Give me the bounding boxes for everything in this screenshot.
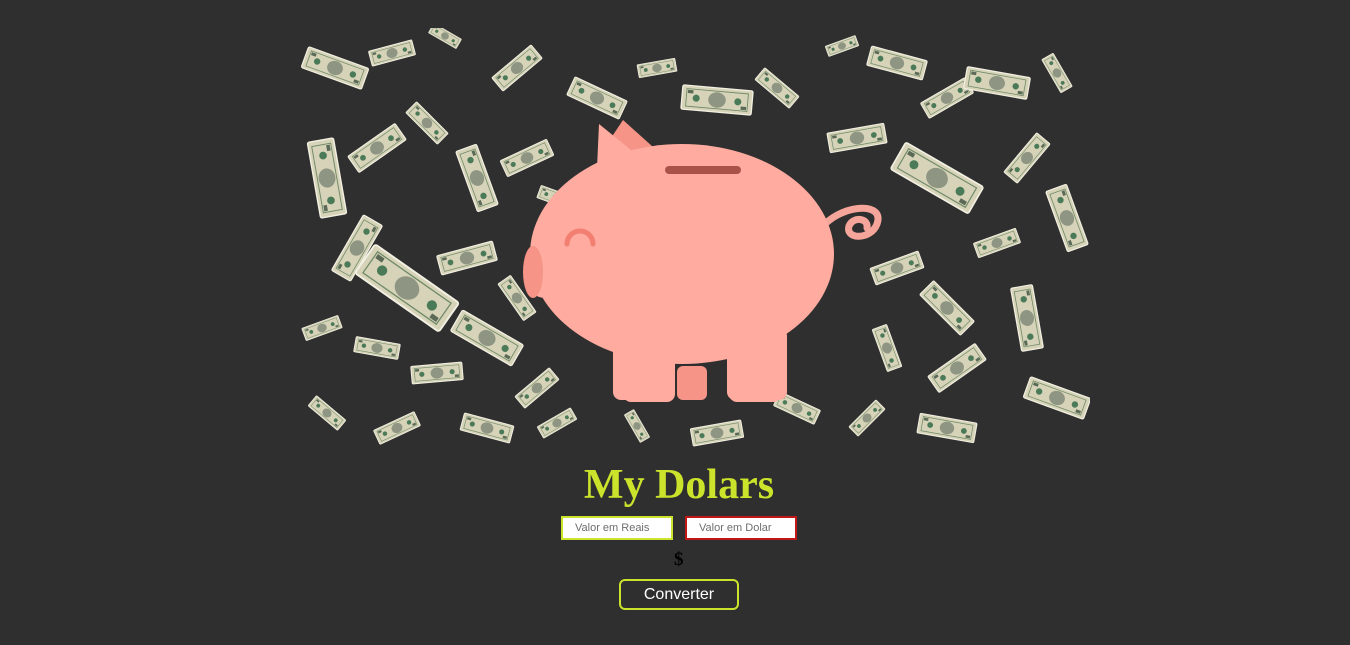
dollar-bill-icon xyxy=(499,138,555,178)
dollar-bill-icon xyxy=(871,323,903,373)
dollar-bill-icon xyxy=(623,409,651,443)
dollar-bill-icon xyxy=(636,57,678,79)
dollar-bill-icon xyxy=(754,67,800,109)
dollar-bill-icon xyxy=(347,122,407,174)
dollar-bill-icon xyxy=(449,309,525,367)
dollar-bill-icon xyxy=(459,412,515,444)
dollar-bill-icon xyxy=(927,342,987,394)
dollar-bill-icon xyxy=(455,143,499,213)
dollar-bill-icon xyxy=(962,66,1032,100)
dollar-bill-icon xyxy=(1041,52,1073,94)
dollar-bill-icon xyxy=(1022,376,1090,420)
dollar-bill-icon xyxy=(536,407,578,439)
dollar-bill-icon xyxy=(514,367,560,409)
dollar-bill-icon xyxy=(367,39,417,67)
dollar-bill-icon xyxy=(869,250,925,286)
dollar-bill-icon xyxy=(405,101,449,145)
dolar-input[interactable] xyxy=(685,516,797,540)
dollar-bill-icon xyxy=(428,28,462,50)
dollar-bill-icon xyxy=(680,84,754,116)
dollar-bill-icon xyxy=(972,227,1022,259)
dollar-bill-icon xyxy=(916,412,978,444)
dollar-bill-icon xyxy=(307,395,347,431)
dollar-bill-icon xyxy=(306,137,348,219)
convert-button[interactable]: Converter xyxy=(619,579,739,610)
dollar-bill-icon xyxy=(826,122,888,154)
dollar-bill-icon xyxy=(301,314,343,342)
dollar-bill-icon xyxy=(848,399,886,437)
dollar-bill-icon xyxy=(491,44,543,92)
dollar-bill-icon xyxy=(436,240,498,276)
hero-illustration xyxy=(297,28,1090,448)
dollar-bill-icon xyxy=(689,419,745,447)
dollar-bill-icon xyxy=(300,46,370,90)
dollar-bill-icon xyxy=(919,280,975,336)
result-text: $ xyxy=(674,549,684,570)
dollar-bill-icon xyxy=(1003,132,1051,184)
dollar-bill-icon xyxy=(353,336,401,360)
dollar-bill-icon xyxy=(373,411,421,445)
piggy-bank-icon xyxy=(523,120,882,402)
dollar-bill-icon xyxy=(1010,283,1044,353)
reais-input[interactable] xyxy=(561,516,673,540)
dollar-bill-icon xyxy=(866,45,928,81)
dollar-bill-icon xyxy=(566,76,628,120)
piggy-bank-money-image xyxy=(300,28,1090,447)
page-title: My Dolars xyxy=(583,462,775,508)
dollar-bill-icon xyxy=(824,35,860,57)
dollar-bill-icon xyxy=(410,361,464,385)
dollar-bill-icon xyxy=(1045,183,1089,253)
dollar-bill-icon xyxy=(889,141,985,215)
